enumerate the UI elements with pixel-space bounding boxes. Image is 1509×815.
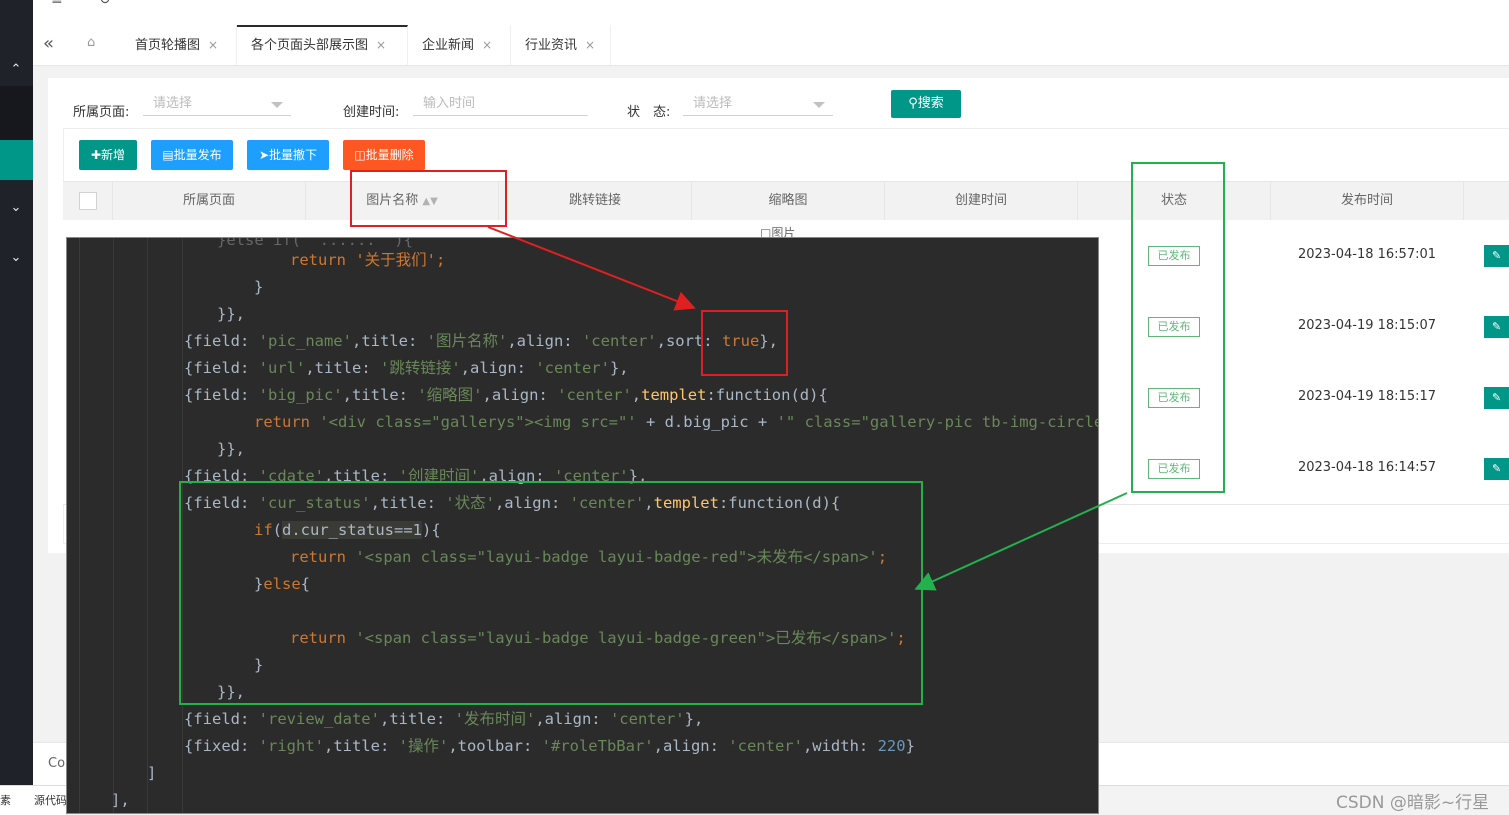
annotation-arrows bbox=[487, 226, 1128, 591]
arrow-red bbox=[487, 226, 696, 311]
arrow-green bbox=[914, 492, 1128, 591]
